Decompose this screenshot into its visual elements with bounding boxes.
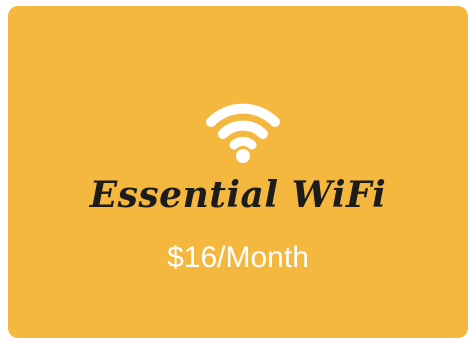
plan-name: Essential WiFi	[89, 174, 387, 216]
plan-price: $16/Month	[167, 241, 309, 274]
plan-card[interactable]: Essential WiFi $16/Month	[8, 6, 468, 338]
wifi-icon	[206, 103, 280, 163]
